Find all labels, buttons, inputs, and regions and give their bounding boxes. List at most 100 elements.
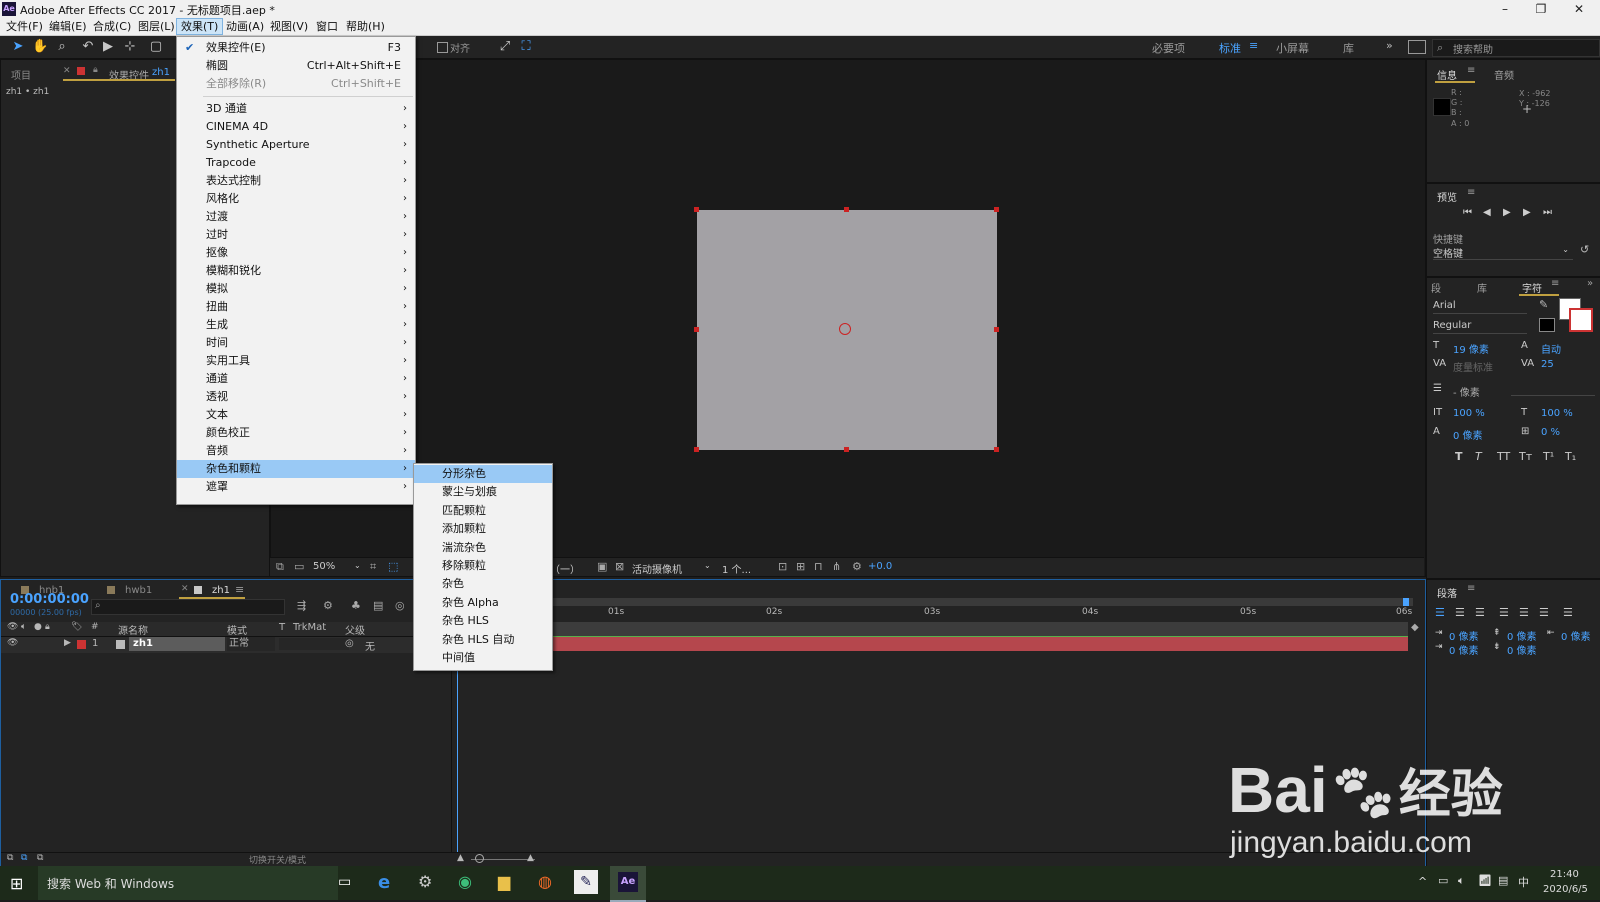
stroke-width-value[interactable]: - 像素 [1453, 384, 1480, 399]
vertical-scale-value[interactable]: 100 % [1453, 408, 1485, 419]
effect-menu-item[interactable]: 抠像 › [177, 244, 415, 262]
noise-submenu-item[interactable]: 杂色 [414, 575, 552, 593]
selection-tool-icon[interactable]: ➤ [10, 39, 26, 55]
transform-handle[interactable] [694, 207, 699, 212]
menu-effect[interactable]: 效果(T) [176, 18, 224, 35]
monitor-icon[interactable]: ▭ [294, 560, 304, 573]
layer-mode-select[interactable]: 正常 [227, 637, 275, 651]
tab-info[interactable]: 信息 [1437, 67, 1457, 82]
subscript-button[interactable]: T₁ [1565, 450, 1576, 463]
play-icon[interactable]: ▶ [1503, 207, 1511, 218]
menu-file[interactable]: 文件(F) [2, 19, 47, 34]
first-frame-icon[interactable]: ⏮ [1463, 207, 1472, 218]
transform-handle[interactable] [844, 447, 849, 452]
horizontal-scale-value[interactable]: 100 % [1541, 408, 1573, 419]
leading-value[interactable]: 自动 [1541, 341, 1561, 356]
lock-icon[interactable]: 🔒︎ [45, 622, 50, 632]
align-checkbox[interactable] [437, 42, 448, 53]
tsume-value[interactable]: 0 % [1541, 427, 1560, 438]
after-effects-taskbar-button[interactable]: Ae [610, 866, 646, 902]
indent-right-value[interactable]: 0 像素 [1561, 628, 1591, 643]
mask-visibility-icon[interactable]: ⊠ [615, 560, 624, 573]
effect-menu-item[interactable]: 风格化 › [177, 190, 415, 208]
transform-handle[interactable] [844, 207, 849, 212]
audio-icon[interactable]: 🔈︎ [21, 622, 26, 632]
effect-menu-item[interactable]: 颜色校正 › [177, 424, 415, 442]
layer-search-input[interactable]: ⌕ [91, 599, 285, 615]
paint-icon[interactable]: ✎ [574, 870, 598, 894]
justify-right-icon[interactable]: ☰ [1539, 606, 1549, 619]
layer-row[interactable]: 👁︎ ▶ 1 zh1 正常 ◎ 无 [1, 637, 447, 653]
effect-menu-item[interactable]: 表达式控制 › [177, 172, 415, 190]
file-explorer-icon[interactable]: ▆ [498, 872, 510, 891]
last-frame-icon[interactable]: ⏭ [1543, 207, 1552, 218]
workspace-standard[interactable]: 标准 [1219, 40, 1241, 56]
eyedropper-icon[interactable]: ✎ [1539, 298, 1548, 311]
work-area-end-handle[interactable] [1403, 598, 1409, 606]
stroke-color-swatch[interactable] [1569, 308, 1593, 332]
volume-icon[interactable]: 🔈︎ [1458, 874, 1465, 888]
views-select[interactable]: 1 个... [722, 561, 774, 576]
faux-bold-button[interactable]: T [1455, 450, 1463, 463]
effect-menu-item[interactable]: Trapcode › [177, 154, 415, 172]
draft-3d-icon[interactable]: ⚙︎ [323, 599, 333, 612]
noise-submenu-item[interactable]: 杂色 HLS 自动 [414, 631, 552, 649]
menu-window[interactable]: 窗口 [312, 19, 342, 34]
column-mode[interactable]: 模式 [227, 622, 247, 637]
timeline-tab-zh1[interactable]: zh1 [212, 585, 230, 596]
menu-help[interactable]: 帮助(H) [342, 19, 389, 34]
minimize-button[interactable]: – [1488, 0, 1522, 18]
effect-menu-item[interactable]: 椭圆 Ctrl+Alt+Shift+E [177, 57, 415, 75]
noise-submenu-item[interactable]: 杂色 Alpha [414, 594, 552, 612]
workspace-small-screen[interactable]: 小屏幕 [1276, 40, 1309, 56]
shy-layers-icon[interactable]: ♣ [351, 599, 361, 612]
solid-layer[interactable] [694, 207, 999, 452]
flowchart-icon[interactable]: ⋔ [832, 560, 841, 573]
toggle-pixel-aspect-icon[interactable]: ⊡ [778, 560, 787, 573]
justify-center-icon[interactable]: ☰ [1519, 606, 1529, 619]
resolution-icon[interactable]: ⌗ [370, 560, 376, 574]
black-white-swatch[interactable] [1539, 318, 1555, 332]
expand-stretch-icon[interactable]: ⧉ [37, 853, 43, 863]
zoom-tool-icon[interactable]: ⌕ [54, 39, 70, 55]
effect-menu-item[interactable]: 模拟 › [177, 280, 415, 298]
baseline-shift-value[interactable]: 0 像素 [1453, 427, 1483, 442]
eye-icon[interactable]: 👁︎ [7, 638, 18, 648]
faux-italic-button[interactable]: T [1475, 450, 1482, 463]
effect-menu-item[interactable]: 过渡 › [177, 208, 415, 226]
noise-submenu-item[interactable]: 湍流杂色 [414, 539, 552, 557]
tab-character[interactable]: 字符 [1522, 280, 1542, 295]
clock-date[interactable]: 2020/6/5 [1543, 884, 1588, 895]
justify-all-icon[interactable]: ☰ [1563, 606, 1573, 619]
menu-layer[interactable]: 图层(L) [134, 19, 179, 34]
stroke-type-select[interactable] [1511, 382, 1595, 396]
noise-submenu-item[interactable]: 匹配颗粒 [414, 502, 552, 520]
effect-menu-item[interactable]: 3D 通道 › [177, 100, 415, 118]
help-search-input[interactable]: ⌕ 搜索帮助 [1432, 39, 1600, 57]
noise-submenu-item[interactable]: 杂色 HLS [414, 612, 552, 630]
first-line-indent-value[interactable]: 0 像素 [1449, 642, 1479, 657]
reset-icon[interactable]: ↺ [1580, 243, 1589, 256]
noise-submenu-item[interactable]: 分形杂色 [414, 465, 552, 483]
windows-start-icon[interactable]: ⊞ [10, 874, 23, 893]
effect-menu-item[interactable]: 透视 › [177, 388, 415, 406]
snap-options-icon[interactable]: ⛶ [518, 39, 534, 55]
tab-project[interactable]: 项目 [11, 67, 31, 82]
effect-menu-item[interactable]: 过时 › [177, 226, 415, 244]
font-style-select[interactable]: Regular [1433, 320, 1527, 334]
menu-edit[interactable]: 编辑(E) [45, 19, 91, 34]
superscript-button[interactable]: T¹ [1543, 450, 1554, 463]
effect-menu-item[interactable]: 时间 › [177, 334, 415, 352]
hand-tool-icon[interactable]: ✋ [32, 39, 48, 55]
effect-menu-item[interactable]: ✔ 效果控件(E) F3 [177, 39, 415, 57]
panel-menu-icon[interactable]: ≡ [1467, 65, 1475, 76]
restore-button[interactable]: ❐ [1524, 0, 1558, 18]
font-size-value[interactable]: 19 像素 [1453, 341, 1489, 356]
kerning-value[interactable]: 度量标准 [1453, 359, 1493, 374]
rectangle-tool-icon[interactable]: ▢ [148, 39, 164, 55]
app-icon[interactable]: ◉ [458, 872, 472, 891]
zoom-out-icon[interactable]: ▲ [457, 853, 464, 863]
space-after-value[interactable]: 0 像素 [1507, 642, 1537, 657]
menu-view[interactable]: 视图(V) [266, 19, 312, 34]
all-caps-button[interactable]: TT [1497, 450, 1510, 463]
